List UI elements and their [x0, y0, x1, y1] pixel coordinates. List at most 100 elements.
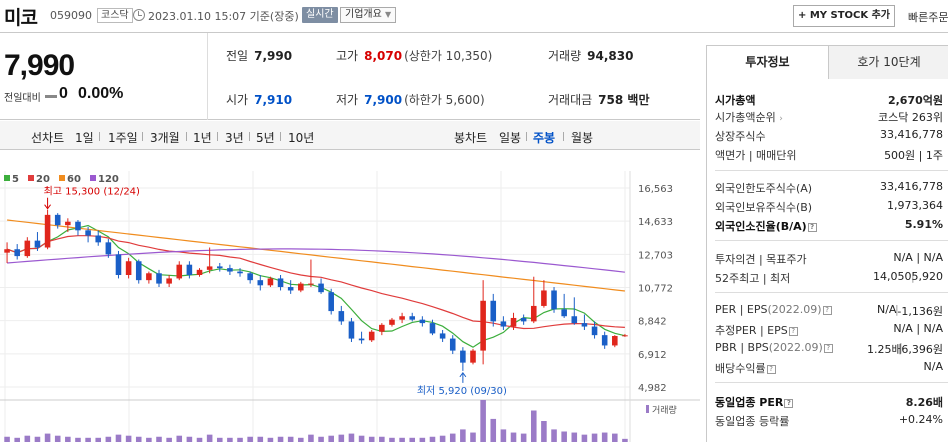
divider — [207, 33, 208, 120]
plus-icon: + — [797, 10, 807, 21]
candle-body — [601, 335, 608, 346]
price-chart[interactable]: 5 20 60 120 16,563 14,633 12,703 10,772 8,842 6,… — [0, 151, 700, 442]
candle-body — [125, 261, 132, 275]
amount-value: 758 백만 — [598, 93, 650, 107]
candle-body — [409, 316, 416, 320]
volume-bar — [156, 436, 162, 442]
open-label: 시가 — [226, 93, 249, 107]
volume-label: 거래량 — [548, 49, 582, 63]
candle-body — [460, 350, 466, 363]
industry-per-label: 동일업종 PER? — [715, 394, 794, 410]
candle-body — [551, 290, 557, 310]
volume-bar — [571, 432, 578, 442]
volume-bar — [105, 436, 112, 442]
candle-body — [186, 264, 193, 275]
candle-body — [561, 309, 567, 317]
help-icon[interactable]: ? — [807, 223, 817, 232]
divider — [715, 292, 948, 293]
timestamp: 2023.01.10 15:07 기준(장중) — [148, 10, 299, 23]
help-icon[interactable]: ? — [823, 344, 833, 353]
foreign-limit-value: 33,416,778 — [880, 180, 943, 193]
help-icon[interactable]: ? — [788, 327, 798, 336]
volume-bar — [612, 433, 618, 442]
volume-bar — [216, 437, 223, 442]
tab-monthly[interactable]: 월봉 — [571, 129, 593, 146]
pbr-label: PBR | BPS(2022.09)? — [715, 341, 833, 354]
tab-invest-info[interactable]: 투자정보 — [707, 45, 828, 79]
open-value: 7,910 — [254, 93, 293, 107]
candle-body — [298, 283, 304, 291]
volume-bar — [54, 435, 61, 442]
candle-body — [308, 283, 314, 285]
volume-bar — [409, 437, 416, 442]
candle-body — [44, 214, 51, 248]
invest-info-panel: 투자정보 호가 10단계 시가총액 2,670억원 시가총액순위 › 코스닥 2… — [706, 45, 948, 442]
volume-bar — [24, 435, 31, 442]
y-tick-label: 14,633 — [638, 217, 673, 228]
volume-bar — [530, 410, 537, 442]
candle-body — [429, 323, 436, 334]
y-tick-label: 8,842 — [638, 317, 667, 328]
candle-body — [237, 271, 243, 274]
candle-body — [470, 350, 476, 363]
lower-limit: (하한가 5,600) — [404, 93, 485, 107]
candle-body — [338, 311, 345, 322]
tab-1y[interactable]: 1년 — [193, 129, 212, 146]
bps-value: 6,396원 — [901, 343, 943, 356]
candle-body — [65, 221, 71, 226]
candle-body — [206, 266, 213, 270]
stock-code: 059090 — [50, 9, 92, 22]
legend-label: 5 — [12, 174, 19, 185]
candle-body — [227, 268, 233, 272]
quick-order-link[interactable]: 빠른주문 — [908, 9, 948, 25]
tab-daily[interactable]: 일봉 — [499, 129, 521, 146]
foreign-hold-row: 외국인보유주식수(B) 1,973,364 — [715, 199, 948, 217]
foreign-limit-label: 외국인한도주식수(A) — [715, 182, 813, 195]
volume-bar — [186, 436, 193, 442]
candle-body — [480, 300, 486, 351]
add-mystock-button[interactable]: + MY STOCK 추가 — [793, 5, 895, 27]
volume-bar — [196, 437, 203, 442]
candle-body — [247, 273, 253, 281]
volume-value: 94,830 — [587, 49, 634, 63]
foreign-hold-value: 1,973,364 — [887, 199, 943, 212]
shares-value: 33,416,778 — [880, 128, 943, 141]
foreign-rate-row: 외국인소진율(B/A)? 5.91% — [715, 218, 948, 236]
top-bar: 미코 059090 코스닥 2023.01.10 15:07 기준(장중) 실시… — [0, 0, 948, 33]
candle-body — [622, 335, 628, 337]
per-row: PER | EPS(2022.09)? N/A | -1,136원 — [715, 303, 948, 321]
help-icon[interactable]: ? — [822, 306, 832, 315]
tab-weekly[interactable]: 주봉 — [533, 129, 555, 146]
volume-bar — [277, 436, 284, 442]
industry-rate-row: 동일업종 등락률 +0.24% — [715, 413, 948, 431]
tab-10y[interactable]: 10년 — [288, 129, 314, 146]
volume-bar — [449, 433, 456, 442]
candle-body — [571, 316, 578, 324]
week52-row: 52주최고 | 최저 14,050 | 5,920 — [715, 270, 948, 288]
low-value: 7,900 — [364, 93, 403, 107]
tab-orderbook[interactable]: 호가 10단계 — [828, 45, 948, 79]
candle-body — [389, 319, 395, 325]
industry-per-row: 동일업종 PER? 8.26배 — [715, 394, 948, 412]
divider — [142, 132, 143, 141]
tab-5y[interactable]: 5년 — [256, 129, 275, 146]
tab-1d[interactable]: 1일 — [75, 129, 94, 146]
help-icon[interactable]: ? — [766, 365, 776, 374]
volume-bar — [601, 432, 608, 442]
company-overview-button[interactable]: 기업개요 ▼ — [340, 7, 397, 23]
candle-body — [591, 326, 598, 336]
high-value: 8,070 — [364, 49, 403, 63]
volume-bar — [399, 437, 405, 442]
tab-1w[interactable]: 1주일 — [108, 129, 138, 146]
prev-close-label: 전일 — [226, 49, 249, 63]
candle-body — [115, 254, 122, 275]
industry-per-text: 동일업종 PER — [715, 396, 784, 409]
tab-3m[interactable]: 3개월 — [150, 129, 180, 146]
volume-bar — [85, 437, 91, 442]
volume-bar — [338, 434, 345, 442]
help-icon[interactable]: ? — [784, 399, 794, 408]
tab-3y[interactable]: 3년 — [225, 129, 244, 146]
divider — [526, 132, 527, 141]
legend-label: 120 — [98, 174, 119, 185]
est-per-label: 추정PER | EPS? — [715, 322, 798, 338]
